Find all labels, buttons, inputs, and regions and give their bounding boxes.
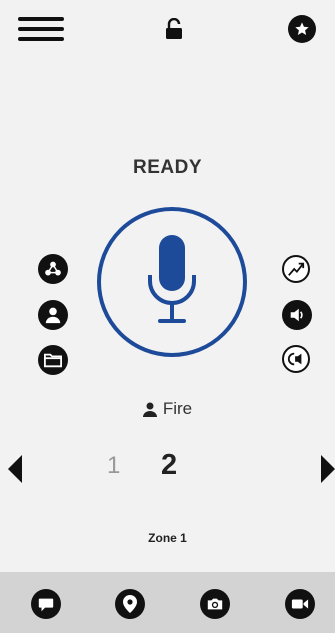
- bottom-nav: [0, 572, 335, 633]
- arrow-left-icon: [8, 455, 22, 483]
- map-button[interactable]: [38, 254, 68, 284]
- talkgroup-label: Fire: [0, 399, 335, 419]
- channel-previous[interactable]: 1: [107, 452, 120, 480]
- previous-channel-button[interactable]: [8, 455, 24, 483]
- speaker-mode-icon: [287, 352, 302, 366]
- lock-button[interactable]: [164, 18, 184, 40]
- favorite-button[interactable]: [288, 15, 316, 43]
- video-icon: [291, 599, 309, 609]
- video-button[interactable]: [285, 589, 315, 619]
- arrow-right-icon: [321, 455, 335, 483]
- push-to-talk-button[interactable]: [97, 207, 247, 357]
- files-button[interactable]: [38, 345, 68, 375]
- map-icon: [45, 261, 61, 276]
- talkgroup-name: Fire: [162, 399, 193, 418]
- contact-icon: [45, 307, 61, 324]
- menu-button[interactable]: [18, 14, 64, 44]
- volume-icon: [290, 308, 303, 322]
- message-button[interactable]: [31, 589, 61, 619]
- channel-current: 2: [161, 449, 178, 481]
- location-icon: [123, 595, 137, 613]
- unlock-icon: [166, 18, 182, 39]
- message-icon: [38, 598, 54, 612]
- folder-icon: [44, 353, 62, 368]
- volume-button[interactable]: [282, 300, 312, 330]
- contacts-button[interactable]: [38, 300, 68, 330]
- person-icon: [142, 402, 157, 417]
- star-icon: [295, 22, 309, 35]
- zone-label: Zone 1: [148, 531, 187, 545]
- camera-button[interactable]: [200, 589, 230, 619]
- speaker-mode-button[interactable]: [282, 345, 310, 373]
- hamburger-menu-icon: [18, 17, 64, 41]
- location-button[interactable]: [115, 589, 145, 619]
- status-text: READY: [132, 157, 202, 178]
- microphone-icon: [148, 235, 196, 323]
- signal-button[interactable]: [282, 255, 310, 283]
- next-channel-button[interactable]: [321, 455, 335, 483]
- signal-icon: [288, 262, 305, 276]
- camera-icon: [207, 598, 223, 610]
